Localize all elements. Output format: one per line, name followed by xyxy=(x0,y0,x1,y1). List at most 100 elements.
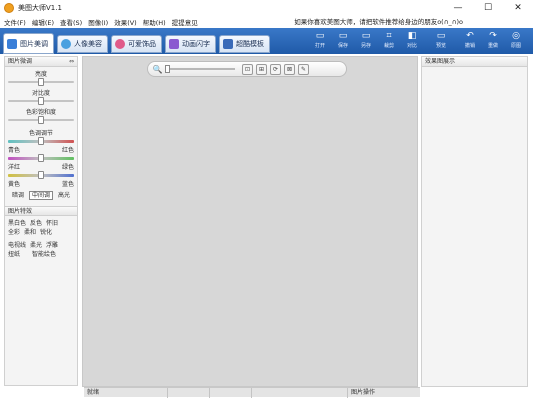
slider-knob[interactable] xyxy=(38,171,44,179)
cyan-red-labels: 青色 红色 xyxy=(5,147,77,154)
undo-button[interactable]: ↶ 撤销 xyxy=(459,30,481,52)
tool-label: 打开 xyxy=(314,43,325,49)
menu-edit[interactable]: 编辑(E) xyxy=(32,17,54,27)
redo-icon: ↷ xyxy=(489,31,497,41)
contrast-label: 对比度 xyxy=(31,90,50,97)
zoom-in-button[interactable]: ⊡ xyxy=(242,63,253,75)
zoom-slider[interactable] xyxy=(165,65,235,73)
crop-button[interactable]: ⌗ 裁剪 xyxy=(378,30,400,52)
status-cell xyxy=(252,388,348,398)
slider-knob[interactable] xyxy=(38,78,44,86)
slider-knob[interactable] xyxy=(38,116,44,124)
tool-label: 撤销 xyxy=(464,43,475,49)
compare-icon: ◧ xyxy=(407,31,417,41)
actual-size-button[interactable]: ⊞ xyxy=(256,63,267,75)
minimize-button[interactable]: — xyxy=(443,0,473,16)
midtones-button[interactable]: 中间调 xyxy=(28,191,53,200)
rotate-button[interactable]: ⟳ xyxy=(270,63,281,75)
effect-emboss[interactable]: 浮雕 xyxy=(46,241,58,250)
original-button[interactable]: ◎ 原图 xyxy=(505,30,527,52)
effect-soft[interactable]: 柔和 xyxy=(24,228,36,237)
tool-label: 对比 xyxy=(406,43,417,49)
effect-smart-paint[interactable]: 智能绘色 xyxy=(32,250,56,259)
effects-row: 全彩 柔和 锐化 xyxy=(8,228,74,237)
tab-portrait-beauty[interactable]: 人像美容 xyxy=(57,35,108,53)
effects-row: 黑白色 反色 怀旧 xyxy=(8,219,74,228)
effect-black-white[interactable]: 黑白色 xyxy=(8,219,26,228)
tab-cool-templates[interactable]: 超酷模板 xyxy=(219,35,270,53)
tab-cute-decorations[interactable]: 可爱饰品 xyxy=(111,35,162,53)
magnifier-icon[interactable]: 🔍 xyxy=(152,64,163,75)
brightness-label: 亮度 xyxy=(34,71,47,78)
effects-panel-header: 图片特效 xyxy=(5,206,77,216)
tool-separator xyxy=(452,30,458,52)
effect-full-color[interactable]: 全彩 xyxy=(8,228,20,237)
yellow-blue-slider[interactable] xyxy=(8,171,74,179)
preview-panel-title: 效果图展示 xyxy=(425,58,456,65)
module-tabs: 图片美调 人像美容 可爱饰品 动画闪字 超酷模板 xyxy=(3,32,273,54)
contrast-slider[interactable] xyxy=(8,97,74,105)
cyan-red-slider[interactable] xyxy=(8,137,74,145)
status-cell xyxy=(210,388,252,398)
redo-button[interactable]: ↷ 重做 xyxy=(482,30,504,52)
save-button[interactable]: ▭ 保存 xyxy=(332,30,354,52)
effect-invert[interactable]: 反色 xyxy=(30,219,42,228)
shadows-button[interactable]: 暗调 xyxy=(9,191,27,200)
original-icon: ◎ xyxy=(512,31,520,41)
title-bar: 美图大师V1.1 — ☐ ✕ xyxy=(0,0,533,16)
tool-label: 原图 xyxy=(510,43,521,49)
animated-text-icon xyxy=(169,39,179,49)
preview-icon: ▭ xyxy=(436,31,446,41)
tone-label: 色调调节 xyxy=(28,130,53,137)
menu-image[interactable]: 图像(I) xyxy=(88,17,108,27)
highlights-button[interactable]: 高光 xyxy=(55,191,73,200)
blue-label: 蓝色 xyxy=(61,181,74,188)
menu-file[interactable]: 文件(F) xyxy=(4,17,26,27)
cyan-label: 青色 xyxy=(8,147,21,154)
effect-sharpen[interactable]: 锐化 xyxy=(40,228,52,237)
effects-row: 电视线 柔光 浮雕 xyxy=(8,241,74,250)
tab-label: 超酷模板 xyxy=(236,40,264,48)
zoom-bar: 🔍 ⊡ ⊞ ⟳ ⊠ ✎ xyxy=(147,61,347,77)
main-toolbar: 图片美调 人像美容 可爱饰品 动画闪字 超酷模板 ▭ 打开 ▭ 保存 ▭ 另存 ⌗ 裁剪… xyxy=(0,28,533,54)
image-canvas[interactable]: 🔍 ⊡ ⊞ ⟳ ⊠ ✎ xyxy=(82,56,418,387)
effect-twist[interactable]: 扭纸 xyxy=(8,250,20,259)
status-operation: 图片操作 xyxy=(351,389,376,396)
tone-range-buttons: 暗调 中间调 高光 xyxy=(5,191,77,200)
save-as-button[interactable]: ▭ 另存 xyxy=(355,30,377,52)
saturation-label: 色彩饱和度 xyxy=(25,109,56,116)
effect-tv-lines[interactable]: 电视线 xyxy=(8,241,26,250)
effect-soft-light[interactable]: 柔光 xyxy=(30,241,42,250)
tool-label: 另存 xyxy=(360,43,371,49)
menu-feedback[interactable]: 提提意见 xyxy=(172,17,198,27)
open-icon: ▭ xyxy=(315,31,325,41)
magenta-green-slider[interactable] xyxy=(8,154,74,162)
maximize-button[interactable]: ☐ xyxy=(473,0,503,16)
menu-effects[interactable]: 效果(V) xyxy=(114,17,137,27)
tab-image-adjust[interactable]: 图片美调 xyxy=(3,33,54,54)
portrait-icon xyxy=(61,39,71,49)
tab-animated-text[interactable]: 动画闪字 xyxy=(165,35,216,53)
menu-view[interactable]: 查看(S) xyxy=(60,17,82,27)
slider-knob[interactable] xyxy=(38,154,44,162)
brightness-slider[interactable] xyxy=(8,78,74,86)
preview-panel-header: 效果图展示 xyxy=(422,57,527,67)
tool-label: 预览 xyxy=(435,43,446,49)
open-button[interactable]: ▭ 打开 xyxy=(309,30,331,52)
close-button[interactable]: ✕ xyxy=(503,0,533,16)
pin-icon[interactable]: ⇔ xyxy=(69,57,74,67)
preview-button[interactable]: ▭ 预览 xyxy=(430,30,452,52)
menu-help[interactable]: 帮助(H) xyxy=(143,17,166,27)
slider-knob[interactable] xyxy=(38,97,44,105)
brush-button[interactable]: ✎ xyxy=(298,63,309,75)
slider-knob[interactable] xyxy=(165,65,170,73)
tool-label: 裁剪 xyxy=(383,43,394,49)
compare-button[interactable]: ◧ 对比 xyxy=(401,30,423,52)
menu-bar: 文件(F) 编辑(E) 查看(S) 图像(I) 效果(V) 帮助(H) 提提意见… xyxy=(0,16,533,28)
slider-knob[interactable] xyxy=(38,137,44,145)
saturation-slider[interactable] xyxy=(8,116,74,124)
fit-button[interactable]: ⊠ xyxy=(284,63,295,75)
effect-nostalgic[interactable]: 怀旧 xyxy=(46,219,58,228)
adjust-panel-header: 图片微调 ⇔ xyxy=(5,57,77,67)
app-logo-icon xyxy=(4,3,14,13)
